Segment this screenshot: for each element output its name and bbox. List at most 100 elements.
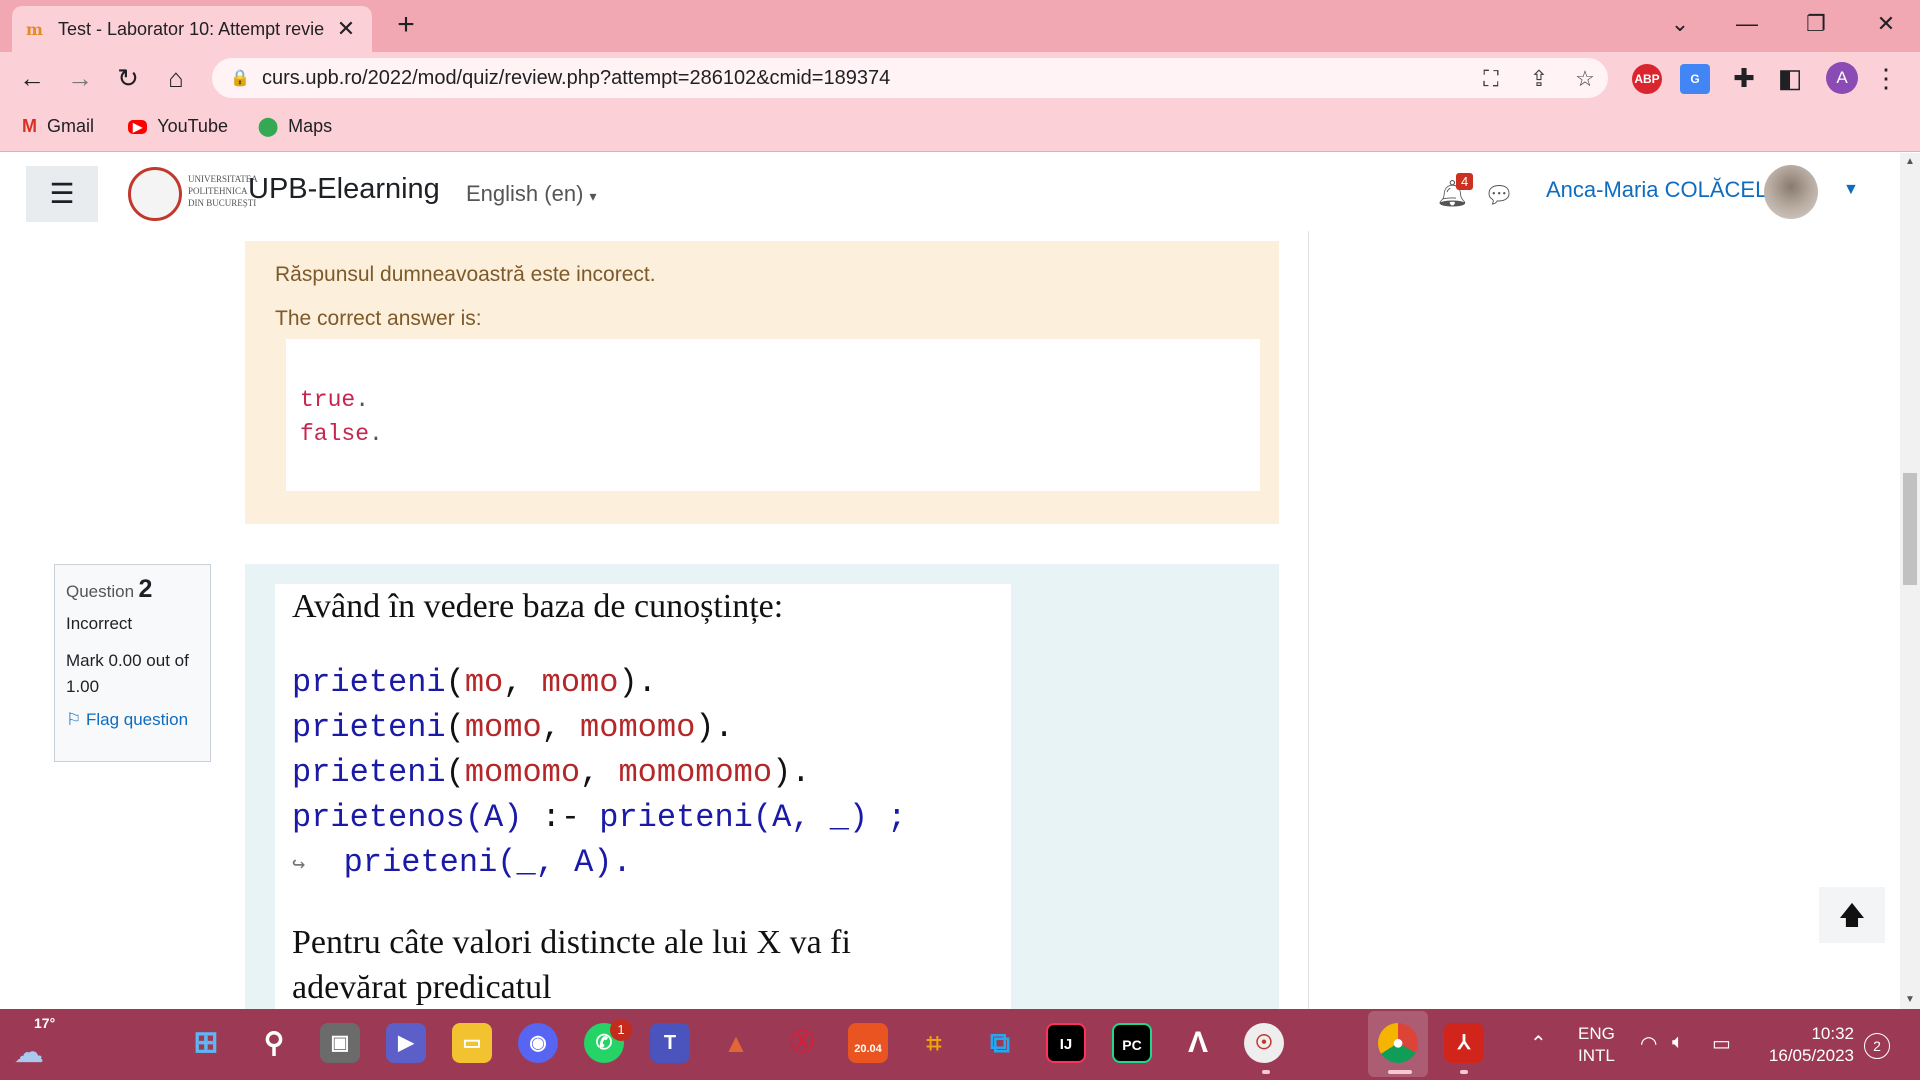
clock[interactable]: 10:32 16/05/2023 [1756, 1023, 1854, 1067]
lock-icon[interactable]: 🔒 [230, 68, 250, 88]
atom: momomo [464, 754, 581, 791]
reload-button[interactable]: ↻ [110, 60, 146, 96]
back-to-top-button[interactable]: 🡅 [1819, 887, 1885, 943]
tab-title: Test - Laborator 10: Attempt revie [58, 18, 325, 39]
site-name-link[interactable]: UPB-Elearning [248, 173, 440, 206]
main-content: Răspunsul dumneavoastră este incorect. T… [0, 231, 1900, 1009]
teams-chat-icon[interactable]: ▶ [386, 1023, 426, 1063]
scroll-down-arrow-icon[interactable]: ▼ [1900, 991, 1920, 1009]
address-bar[interactable]: 🔒 curs.upb.ro/2022/mod/quiz/review.php?a… [212, 58, 1608, 98]
acrobat-icon[interactable]: ⅄ [1444, 1023, 1484, 1063]
close-tab-icon[interactable]: ✕ [334, 16, 358, 42]
adblock-plus-icon[interactable]: ABP [1632, 64, 1662, 94]
scrollbar-thumb[interactable] [1903, 473, 1917, 585]
youtube-icon: ▶ [128, 119, 148, 134]
side-panel-icon[interactable]: ◧ [1772, 60, 1808, 96]
extensions-puzzle-icon[interactable]: ✚ [1726, 60, 1762, 96]
flag-icon: ⚐ [66, 710, 82, 729]
task-view-icon[interactable]: ▣ [320, 1023, 360, 1063]
back-button[interactable]: ← [14, 60, 50, 96]
show-hidden-icons-chevron-icon[interactable]: ⌃ [1530, 1031, 1547, 1056]
microsoft-teams-icon[interactable]: T [650, 1023, 690, 1063]
vscode-icon[interactable]: ⧉ [980, 1023, 1020, 1063]
language-bottom: INTL [1578, 1046, 1615, 1065]
question-info-box: Question 2 Incorrect Mark 0.00 out of 1.… [54, 564, 211, 762]
profile-avatar[interactable]: A [1826, 62, 1858, 94]
bookmark-youtube[interactable]: ▶ YouTube [128, 116, 228, 137]
correct-answer-label: The correct answer is: [275, 307, 482, 330]
intellij-icon[interactable]: IJ [1046, 1023, 1086, 1063]
bookmark-maps[interactable]: ⬤ Maps [258, 116, 332, 137]
moodle-favicon-icon: m [26, 20, 43, 39]
predicate: prieteni [292, 709, 446, 746]
gmail-icon: M [22, 116, 37, 136]
notification-count-badge: 4 [1456, 173, 1474, 190]
bookmark-label: Gmail [47, 116, 95, 136]
windows-taskbar: 17° ☁ ⊞ ⚲ ▣ ▶ ▭ ◉ ✆ 1 T ▲ Ⓧ 20.04 ⌗ ⧉ IJ… [0, 1009, 1920, 1080]
caret-down-icon: ▾ [589, 188, 597, 204]
bookmark-star-icon[interactable]: ☆ [1572, 66, 1598, 92]
new-tab-button[interactable]: + [390, 10, 422, 42]
menu-toggle-button[interactable]: ☰ [26, 166, 98, 222]
notification-center-badge[interactable]: 2 [1864, 1033, 1890, 1059]
temperature: 17° [34, 1015, 56, 1031]
question-image: Având în vedere baza de cunoștințe: prie… [275, 584, 1011, 1009]
start-windows-icon[interactable]: ⊞ [186, 1023, 226, 1063]
matlab-icon[interactable]: ▲ [716, 1023, 756, 1063]
code-line: prietenos(A) :- prieteni(A, _) ; [292, 799, 907, 836]
scroll-up-arrow-icon[interactable]: ▲ [1900, 153, 1920, 171]
bookmark-gmail[interactable]: M Gmail [22, 116, 94, 137]
google-translate-ext-icon[interactable]: G [1680, 64, 1710, 94]
user-menu-caret-icon[interactable]: ▼ [1843, 181, 1859, 199]
question-heading: Având în vedere baza de cunoștințe: [292, 588, 784, 625]
home-button[interactable]: ⌂ [158, 60, 194, 96]
cloud-icon: ☁ [14, 1036, 44, 1069]
user-avatar[interactable] [1764, 165, 1818, 219]
correct-answer-box: true. false. [286, 339, 1260, 491]
language-top: ENG [1578, 1024, 1615, 1043]
logisim-icon[interactable]: ⌗ [914, 1023, 954, 1063]
volume-icon[interactable]: 🔈︎ [1672, 1031, 1684, 1054]
answer-line: false [300, 421, 370, 447]
swi-prolog-icon[interactable]: ☉ [1244, 1023, 1284, 1063]
antlr-icon[interactable]: Λ [1178, 1023, 1218, 1063]
url-text[interactable]: curs.upb.ro/2022/mod/quiz/review.php?att… [262, 67, 890, 90]
chrome-menu-icon[interactable]: ⋮ [1868, 60, 1904, 96]
chrome-icon[interactable]: ● [1378, 1023, 1418, 1063]
whatsapp-badge: 1 [610, 1019, 632, 1041]
discord-icon[interactable]: ◉ [518, 1023, 558, 1063]
correct-answer-code: true. false. [300, 387, 383, 447]
flag-question-link[interactable]: ⚐ Flag question [66, 710, 199, 730]
ubuntu-icon[interactable]: 20.04 [848, 1023, 888, 1063]
bookmark-label: Maps [288, 116, 333, 136]
browser-toolbar: ← → ↻ ⌂ 🔒 curs.upb.ro/2022/mod/quiz/revi… [0, 52, 1920, 104]
question-number-heading: Question 2 [66, 575, 199, 604]
running-indicator [1262, 1070, 1270, 1074]
close-window-button[interactable]: ✕ [1866, 6, 1906, 42]
battery-icon[interactable]: ▭ [1712, 1031, 1731, 1056]
input-language[interactable]: ENG INTL [1578, 1023, 1615, 1067]
forward-button[interactable]: → [62, 60, 98, 96]
minimize-button[interactable]: — [1727, 6, 1767, 42]
question-label: Question [66, 582, 135, 601]
user-menu-name[interactable]: Anca-Maria COLĂCEL [1546, 177, 1767, 203]
page-scrollbar[interactable]: ▲ ▼ [1900, 153, 1920, 1009]
share-icon[interactable]: ⇪ [1526, 66, 1552, 92]
tab-search-chevron-icon[interactable]: ⌄ [1660, 6, 1700, 42]
clock-date: 16/05/2023 [1768, 1046, 1854, 1065]
messages-icon[interactable]: 💬︎ [1484, 181, 1514, 210]
line-continuation-icon: ↪ [292, 853, 306, 878]
upb-logo[interactable] [128, 167, 182, 221]
language-menu[interactable]: English (en) ▾ [466, 181, 597, 207]
ubuntu-version: 20.04 [854, 1043, 882, 1055]
question-paragraph-line: Pentru câte valori distincte ale lui X v… [292, 924, 851, 961]
translate-page-icon[interactable]: ⛶ [1478, 66, 1504, 92]
question-paragraph-line: adevărat predicatul [292, 969, 552, 1006]
search-icon[interactable]: ⚲ [254, 1023, 294, 1063]
restore-button[interactable]: ❐ [1796, 6, 1836, 42]
pycharm-icon[interactable]: PC [1112, 1023, 1152, 1063]
xilinx-icon[interactable]: Ⓧ [782, 1023, 822, 1063]
browser-tab[interactable]: m Test - Laborator 10: Attempt revie ✕ [12, 6, 372, 52]
file-explorer-icon[interactable]: ▭ [452, 1023, 492, 1063]
wifi-icon[interactable]: ◠ [1640, 1031, 1657, 1056]
